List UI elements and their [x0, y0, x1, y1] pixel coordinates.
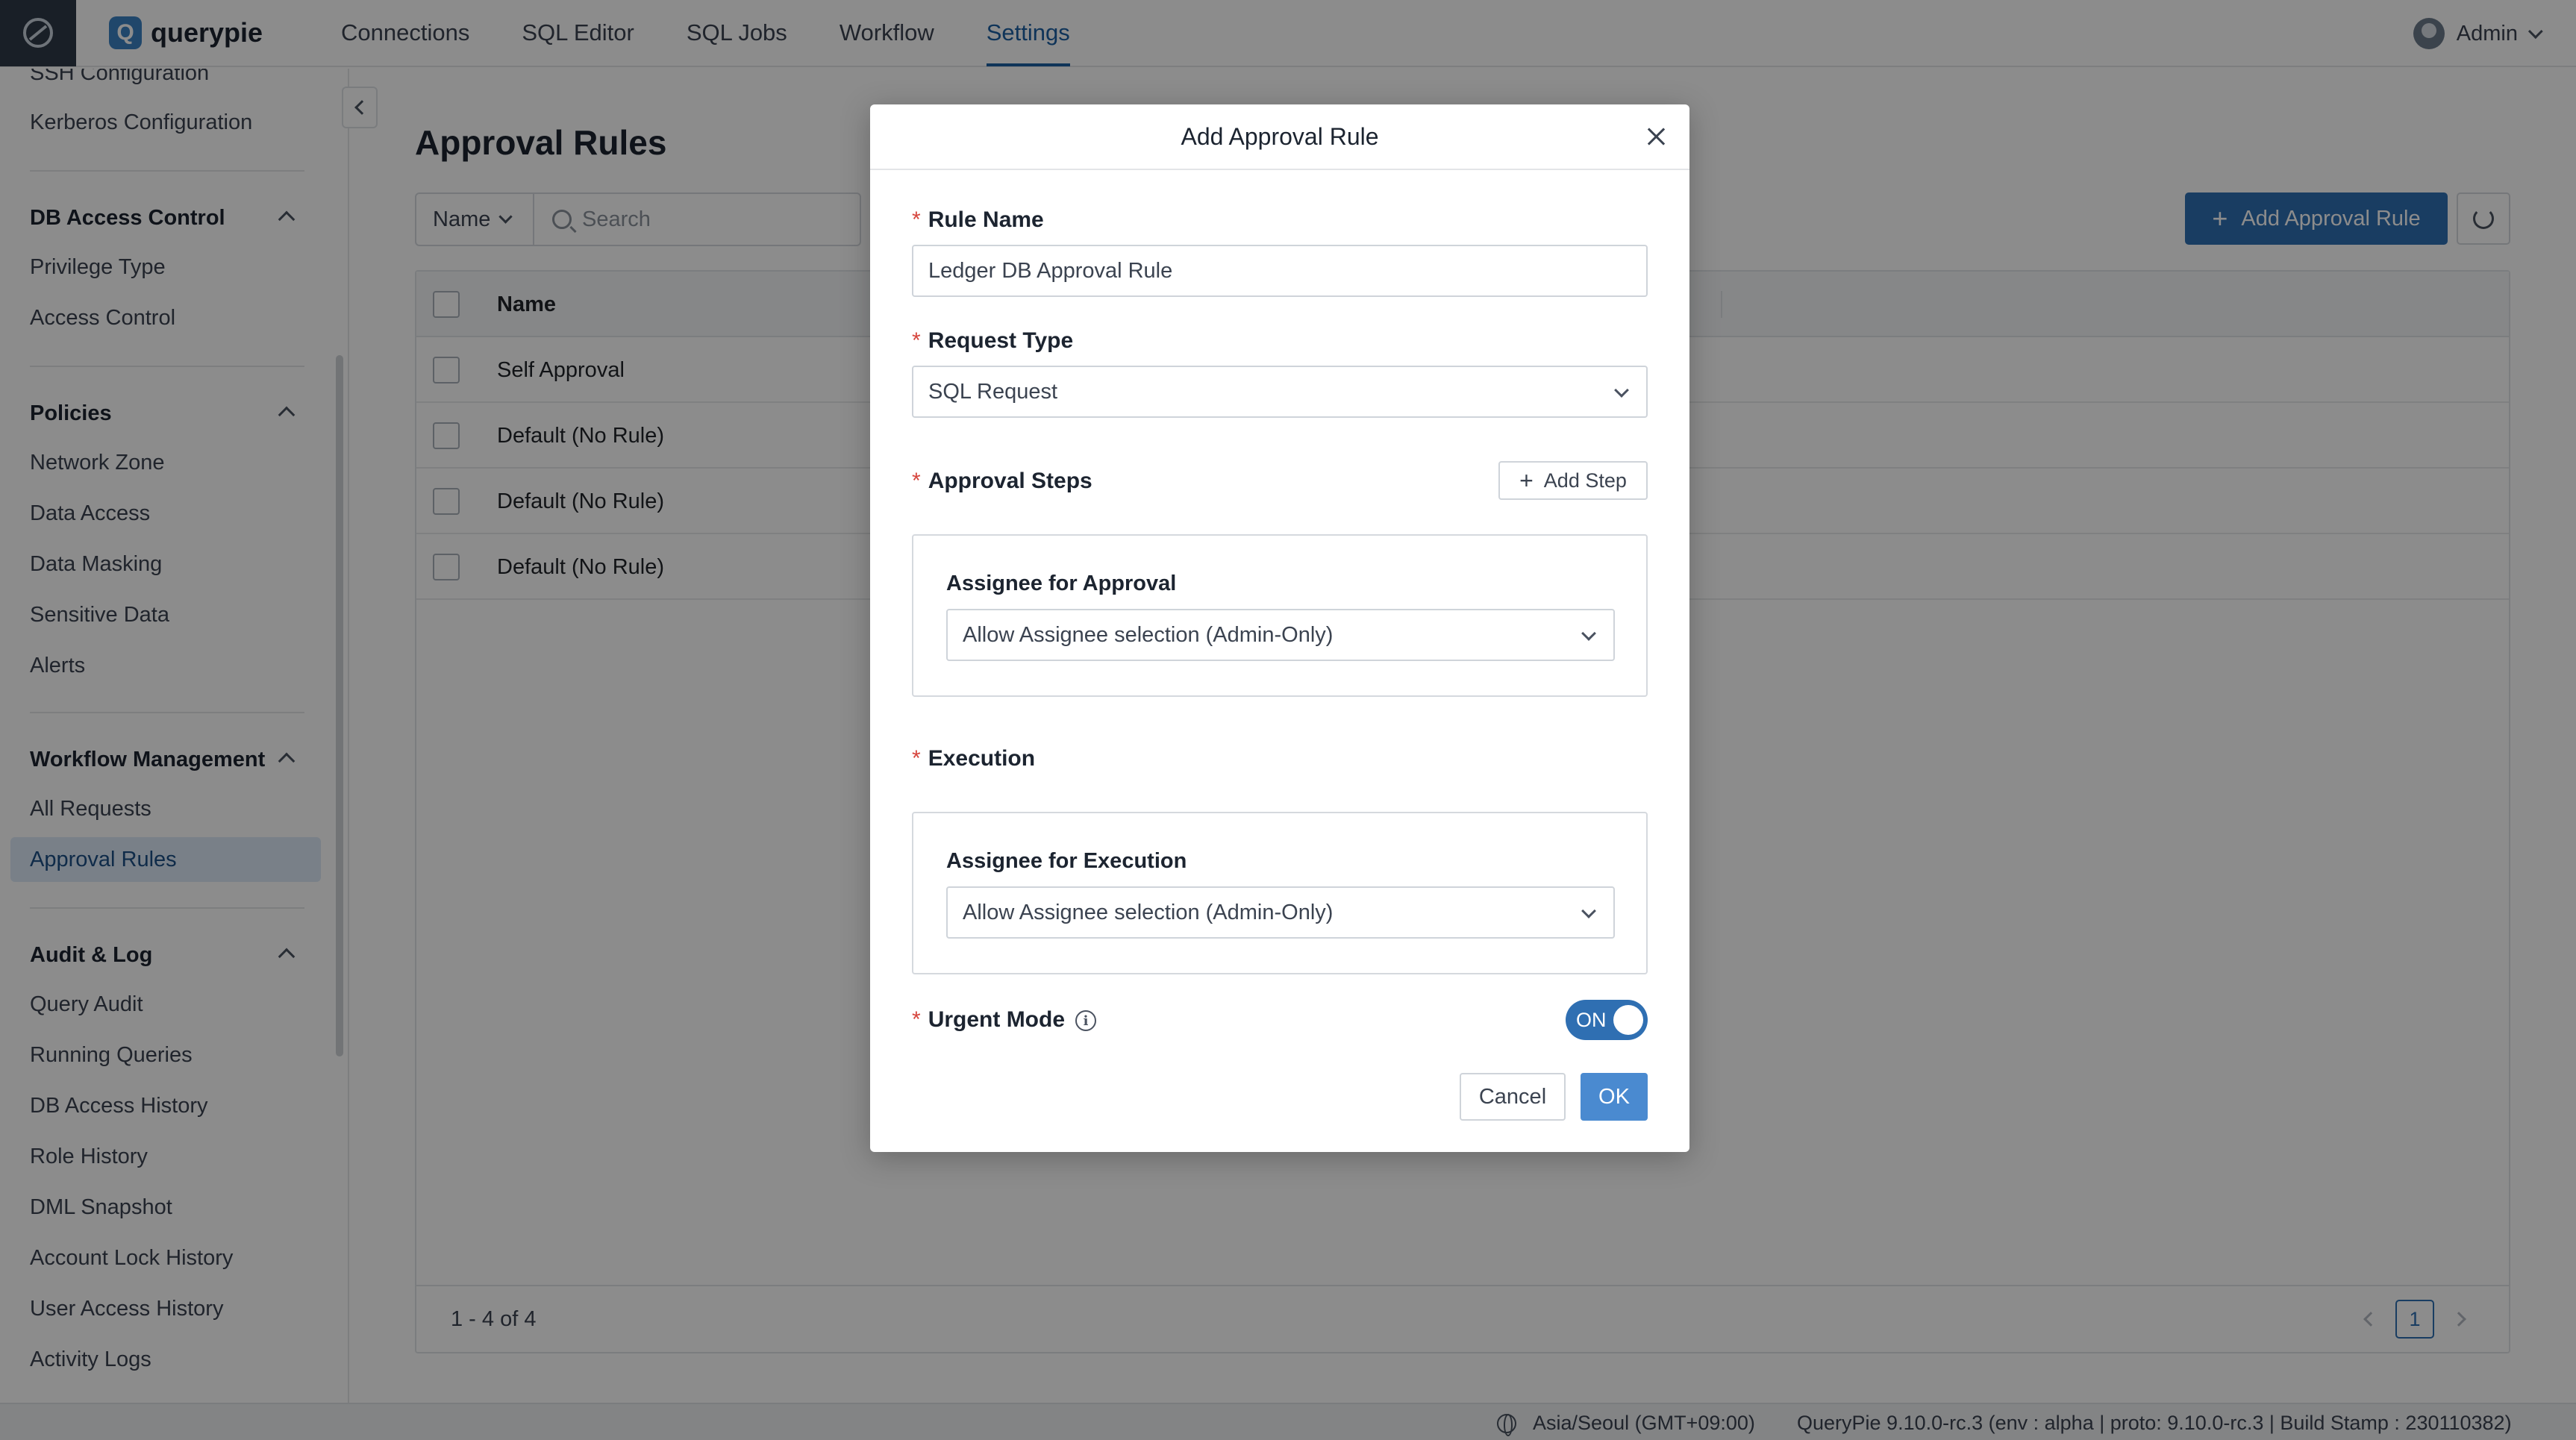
cancel-button[interactable]: Cancel — [1460, 1073, 1566, 1121]
rule-name-value: Ledger DB Approval Rule — [928, 258, 1173, 283]
rule-name-label: * Rule Name — [912, 207, 1044, 233]
approval-step-panel: Assignee for Approval Allow Assignee sel… — [912, 534, 1648, 697]
plus-icon: + — [1519, 466, 1534, 494]
urgent-mode-toggle[interactable]: ON — [1566, 1000, 1648, 1040]
request-type-value: SQL Request — [928, 379, 1058, 404]
approval-steps-label: * Approval Steps — [912, 469, 1092, 494]
execution-panel: Assignee for Execution Allow Assignee se… — [912, 812, 1648, 974]
toggle-knob — [1613, 1005, 1643, 1035]
info-icon[interactable]: i — [1075, 1010, 1097, 1032]
assignee-approval-value: Allow Assignee selection (Admin-Only) — [963, 622, 1334, 647]
urgent-mode-label-text: Urgent Mode — [928, 1007, 1066, 1032]
add-step-button[interactable]: + Add Step — [1498, 461, 1648, 500]
required-mark: * — [912, 1007, 921, 1032]
approval-steps-label-text: Approval Steps — [928, 469, 1092, 493]
required-mark: * — [912, 328, 921, 353]
add-approval-rule-dialog: Add Approval Rule * Rule Name Ledger DB A… — [870, 104, 1689, 1152]
rule-name-label-text: Rule Name — [928, 207, 1044, 232]
required-mark: * — [912, 207, 921, 232]
dialog-title: Add Approval Rule — [1181, 122, 1379, 150]
request-type-select[interactable]: SQL Request — [912, 366, 1648, 418]
required-mark: * — [912, 469, 921, 493]
assignee-approval-select[interactable]: Allow Assignee selection (Admin-Only) — [946, 609, 1615, 661]
assignee-execution-value: Allow Assignee selection (Admin-Only) — [963, 900, 1334, 924]
request-type-label: * Request Type — [912, 328, 1073, 354]
request-type-label-text: Request Type — [928, 328, 1074, 353]
required-mark: * — [912, 746, 921, 771]
execution-label-text: Execution — [928, 746, 1036, 771]
assignee-execution-label: Assignee for Execution — [946, 849, 1187, 873]
toggle-state-label: ON — [1576, 1008, 1607, 1031]
chevron-down-icon — [1581, 626, 1596, 641]
close-icon[interactable] — [1645, 125, 1667, 148]
assignee-execution-select[interactable]: Allow Assignee selection (Admin-Only) — [946, 886, 1615, 939]
urgent-mode-label: * Urgent Mode i — [912, 1007, 1097, 1033]
chevron-down-icon — [1614, 383, 1629, 398]
add-step-label: Add Step — [1543, 469, 1627, 492]
rule-name-input[interactable]: Ledger DB Approval Rule — [912, 245, 1648, 297]
dialog-header: Add Approval Rule — [870, 104, 1689, 170]
chevron-down-icon — [1581, 904, 1596, 918]
assignee-approval-label: Assignee for Approval — [946, 572, 1177, 595]
execution-label: * Execution — [912, 746, 1035, 771]
ok-button[interactable]: OK — [1581, 1073, 1648, 1121]
